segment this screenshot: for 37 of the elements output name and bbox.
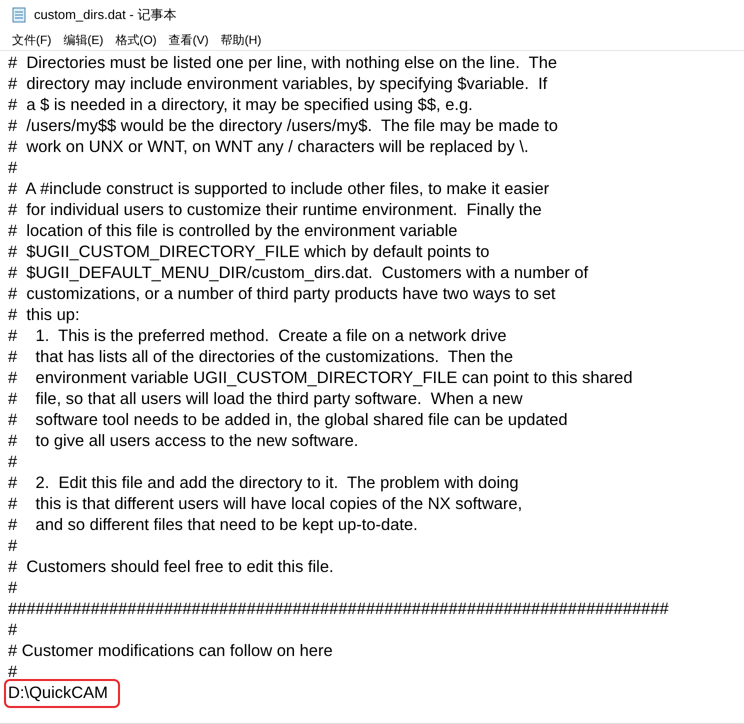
text-line: # environment variable UGII_CUSTOM_DIRECTORY_FILE can point to this shared — [8, 368, 633, 389]
text-line: # — [8, 452, 18, 473]
menu-item[interactable]: 帮助(H) — [214, 32, 268, 48]
notepad-icon — [12, 7, 26, 23]
text-line: # work on UNX or WNT, on WNT any / characters will be replaced by \. — [8, 137, 529, 158]
text-line: # and so different files that need to be kept up-to-date. — [8, 515, 418, 536]
text-line: # — [8, 578, 18, 599]
text-line: # directory may include environment variables, by specifying $variable. If — [8, 74, 548, 95]
text-line: # Customers should feel free to edit this file. — [8, 557, 334, 578]
text-line: # file, so that all users will load the third party software. When a new — [8, 389, 522, 410]
text-line: # /users/my$$ would be the directory /users/my$. The file may be made to — [8, 116, 558, 137]
menu-item[interactable]: 文件(F) — [6, 32, 58, 48]
text-line: # — [8, 536, 18, 557]
menu-item[interactable]: 查看(V) — [162, 32, 215, 48]
text-line: # for individual users to customize their runtime environment. Finally the — [8, 200, 542, 221]
text-line: # this up: — [8, 305, 80, 326]
text-line: # Customer modifications can follow on here — [8, 641, 333, 662]
window-title: custom_dirs.dat - 记事本 — [34, 6, 176, 24]
menu-item[interactable]: 格式(O) — [109, 32, 163, 48]
text-line: # customizations, or a number of third party products have two ways to set — [8, 284, 556, 305]
text-line: # software tool needs to be added in, the global shared file can be updated — [8, 410, 568, 431]
text-line: # Directories must be listed one per line, with nothing else on the line. The — [8, 53, 558, 74]
text-line: # 1. This is the preferred method. Create a file on a network drive — [8, 326, 507, 347]
text-line: ######################################################################## — [8, 599, 669, 620]
text-line: # — [8, 158, 18, 179]
menu-item[interactable]: 编辑(E) — [57, 32, 110, 48]
text-line: # a $ is needed in a directory, it may be specified using $$, e.g. — [8, 95, 473, 116]
text-line: # A #include construct is supported to include other files, to make it easier — [8, 179, 550, 200]
text-line: # $UGII_CUSTOM_DIRECTORY_FILE which by default points to — [8, 242, 490, 263]
text-line: # location of this file is controlled by the environment variable — [8, 221, 458, 242]
text-line: # to give all users access to the new software. — [8, 431, 358, 452]
text-line: # — [8, 662, 18, 683]
text-line: # $UGII_DEFAULT_MENU_DIR/custom_dirs.dat. Customers with a number of — [8, 263, 588, 284]
text-line: # that has lists all of the directories of the customizations. Then the — [8, 347, 514, 368]
text-line: # 2. Edit this file and add the directory to it. The problem with doing — [8, 473, 519, 494]
text-line: # this is that different users will have local copies of the NX software, — [8, 494, 522, 515]
text-line: # — [8, 620, 18, 641]
